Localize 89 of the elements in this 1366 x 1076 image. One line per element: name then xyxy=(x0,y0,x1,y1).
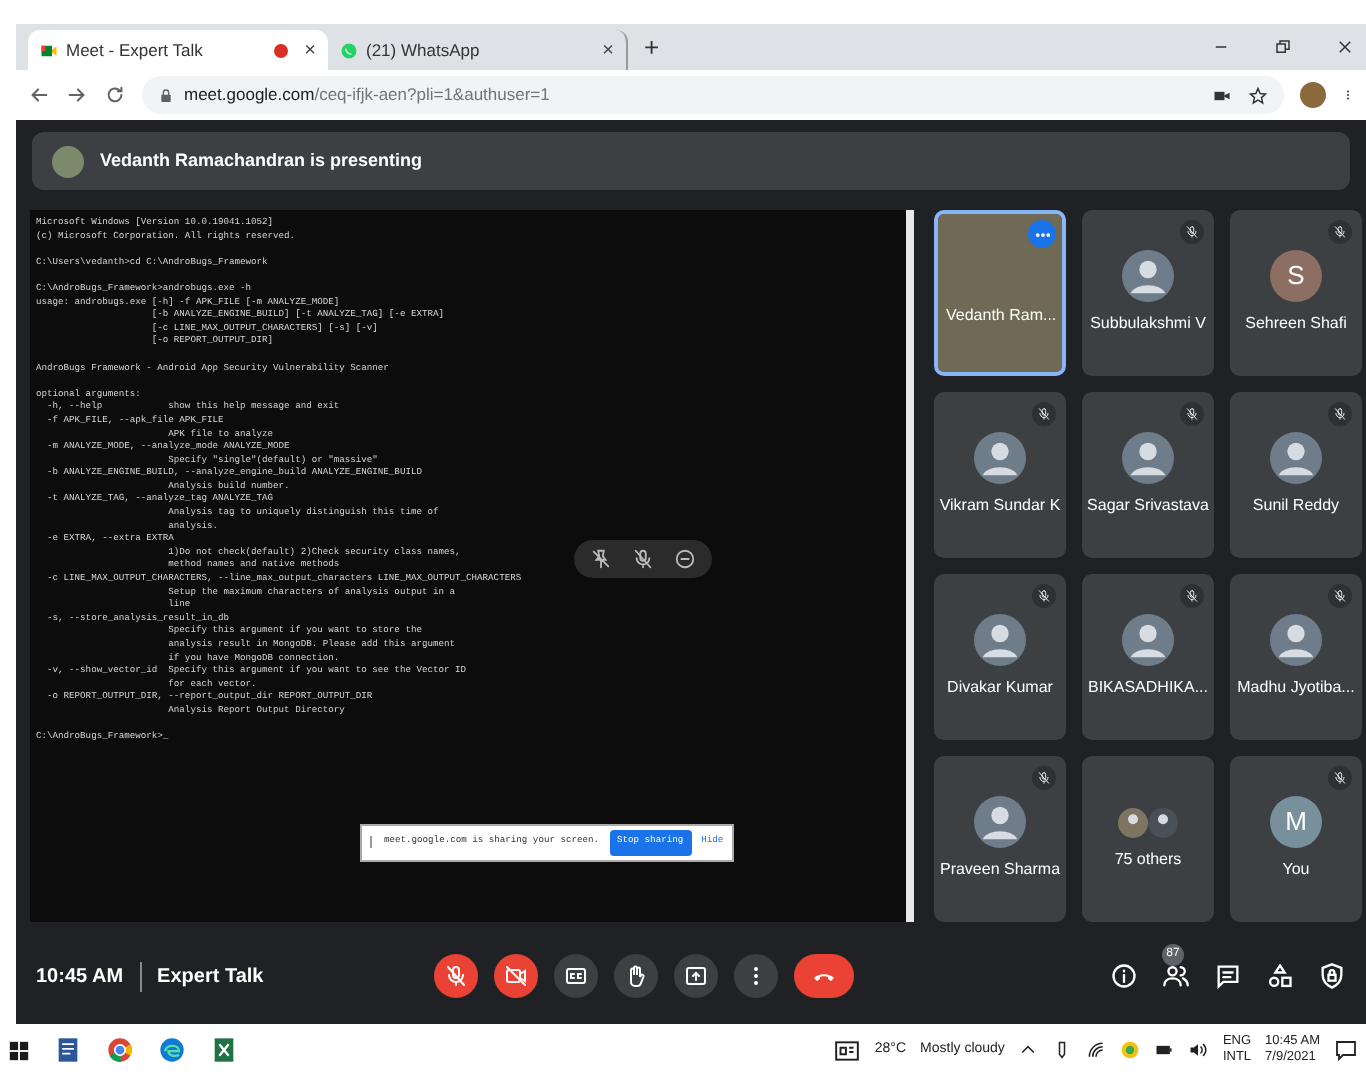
spreadsheet-icon[interactable] xyxy=(210,1036,238,1064)
tab-title: Meet - Expert Talk xyxy=(66,37,203,63)
app-tray-icon[interactable] xyxy=(1120,1040,1141,1060)
meeting-title: Expert Talk xyxy=(155,963,264,991)
url-text: meet.google.com/ceq-ifjk-aen?pli=1&authuser=1 xyxy=(184,82,550,108)
participant-tile[interactable]: 75 others xyxy=(1082,756,1214,922)
unpin-icon[interactable] xyxy=(590,548,612,570)
participant-name: Praveen Sharma xyxy=(939,858,1061,882)
end-call-button[interactable] xyxy=(793,954,854,998)
avatar-photo-icon xyxy=(1118,807,1148,837)
avatar-photo-icon xyxy=(1122,614,1174,666)
participant-tile[interactable]: Madhu Jyotiba... xyxy=(1230,574,1362,740)
participant-tile[interactable]: Sagar Srivastava xyxy=(1082,392,1214,558)
browser-icon[interactable] xyxy=(106,1036,134,1064)
meeting-time: 10:45 AM xyxy=(36,961,142,991)
camera-off-icon xyxy=(503,964,528,988)
participant-name: Sehreen Shafi xyxy=(1245,312,1347,336)
avatar-photo-icon xyxy=(1270,614,1322,666)
address-bar[interactable]: meet.google.com/ceq-ifjk-aen?pli=1&authuser=1 xyxy=(142,76,1284,114)
profile-avatar[interactable] xyxy=(1300,82,1326,108)
document-app-icon[interactable] xyxy=(54,1036,82,1064)
restore-icon[interactable] xyxy=(1274,38,1292,56)
avatar-photo-icon xyxy=(1148,807,1178,837)
raise-hand-button[interactable] xyxy=(613,954,658,998)
present-button[interactable] xyxy=(673,954,718,998)
avatar-photo-icon xyxy=(1270,432,1322,484)
activities-icon[interactable] xyxy=(1266,962,1294,990)
participant-name: BIKASADHIKA... xyxy=(1087,676,1209,700)
participant-name: 75 others xyxy=(1114,847,1182,871)
presenter-avatar xyxy=(52,145,84,177)
participant-tile[interactable]: Vedanth Ram... xyxy=(934,210,1066,376)
captions-button[interactable] xyxy=(553,954,598,998)
presenting-text: Vedanth Ramachandran is presenting xyxy=(100,147,423,174)
chat-bubble-icon xyxy=(340,41,358,59)
avatar-photo-icon xyxy=(1122,432,1174,484)
captions-icon xyxy=(563,964,588,988)
notification-icon[interactable] xyxy=(1334,1038,1358,1062)
speaker-icon[interactable] xyxy=(1188,1040,1209,1060)
close-icon[interactable] xyxy=(1336,38,1354,56)
participant-name: Madhu Jyotiba... xyxy=(1237,676,1355,700)
browser-icon[interactable] xyxy=(158,1036,186,1064)
tab-close-button[interactable]: × xyxy=(304,35,316,65)
forward-arrow-icon[interactable] xyxy=(66,84,88,106)
people-icon[interactable] xyxy=(1162,962,1190,990)
participant-name: Vedanth Ram... xyxy=(946,304,1057,328)
info-icon[interactable] xyxy=(1110,962,1138,990)
avatar-initial: M xyxy=(1270,796,1322,848)
participant-tile[interactable]: Sunil Reddy xyxy=(1230,392,1362,558)
participant-tile[interactable]: M You xyxy=(1230,756,1362,922)
avatar-photo-icon xyxy=(1122,250,1174,302)
microphone-off-button[interactable] xyxy=(433,954,478,998)
browser-tab[interactable]: Meet - Expert Talk × xyxy=(28,30,328,70)
participant-tile[interactable]: Divakar Kumar xyxy=(934,574,1066,740)
participant-name: Sagar Srivastava xyxy=(1087,494,1209,518)
avatar-photo-icon xyxy=(974,796,1026,848)
shield-icon[interactable] xyxy=(1318,962,1346,990)
camera-off-button[interactable] xyxy=(493,954,538,998)
participant-tile[interactable]: S Sehreen Shafi xyxy=(1230,210,1362,376)
avatar-photo-icon xyxy=(974,614,1026,666)
weather-icon[interactable] xyxy=(834,1037,861,1063)
video-camera-icon xyxy=(40,41,58,59)
remove-icon[interactable] xyxy=(674,548,696,570)
participant-name: Sunil Reddy xyxy=(1252,494,1340,518)
back-arrow-icon[interactable] xyxy=(28,84,50,106)
tab-close-button[interactable]: × xyxy=(602,35,614,65)
participant-name: Subbulakshmi V xyxy=(1090,312,1206,336)
participant-tile[interactable]: Subbulakshmi V xyxy=(1082,210,1214,376)
tab-title: (21) WhatsApp xyxy=(366,37,480,63)
participant-tile[interactable]: Vikram Sundar K xyxy=(934,392,1066,558)
wifi-icon[interactable] xyxy=(1086,1040,1107,1060)
reload-icon[interactable] xyxy=(104,84,126,106)
participant-tile[interactable]: Praveen Sharma xyxy=(934,756,1066,922)
drag-handle-icon[interactable] xyxy=(370,836,374,849)
lock-icon xyxy=(158,87,174,103)
windows-logo-icon[interactable] xyxy=(8,1039,30,1061)
avatar-initial: S xyxy=(1270,250,1322,302)
participant-name: Vikram Sundar K xyxy=(939,494,1061,518)
microphone-off-icon xyxy=(443,964,468,988)
avatar-photo-icon xyxy=(974,432,1026,484)
present-icon xyxy=(683,964,708,988)
mute-icon[interactable] xyxy=(632,548,654,570)
battery-icon[interactable] xyxy=(1154,1040,1175,1060)
star-icon[interactable] xyxy=(1248,85,1268,105)
chat-icon[interactable] xyxy=(1214,962,1242,990)
participant-tile[interactable]: BIKASADHIKA... xyxy=(1082,574,1214,740)
more-options-button[interactable] xyxy=(733,954,778,998)
participant-name: Divakar Kumar xyxy=(947,676,1053,700)
participant-name: You xyxy=(1282,858,1310,882)
new-tab-button[interactable]: + xyxy=(628,27,676,67)
